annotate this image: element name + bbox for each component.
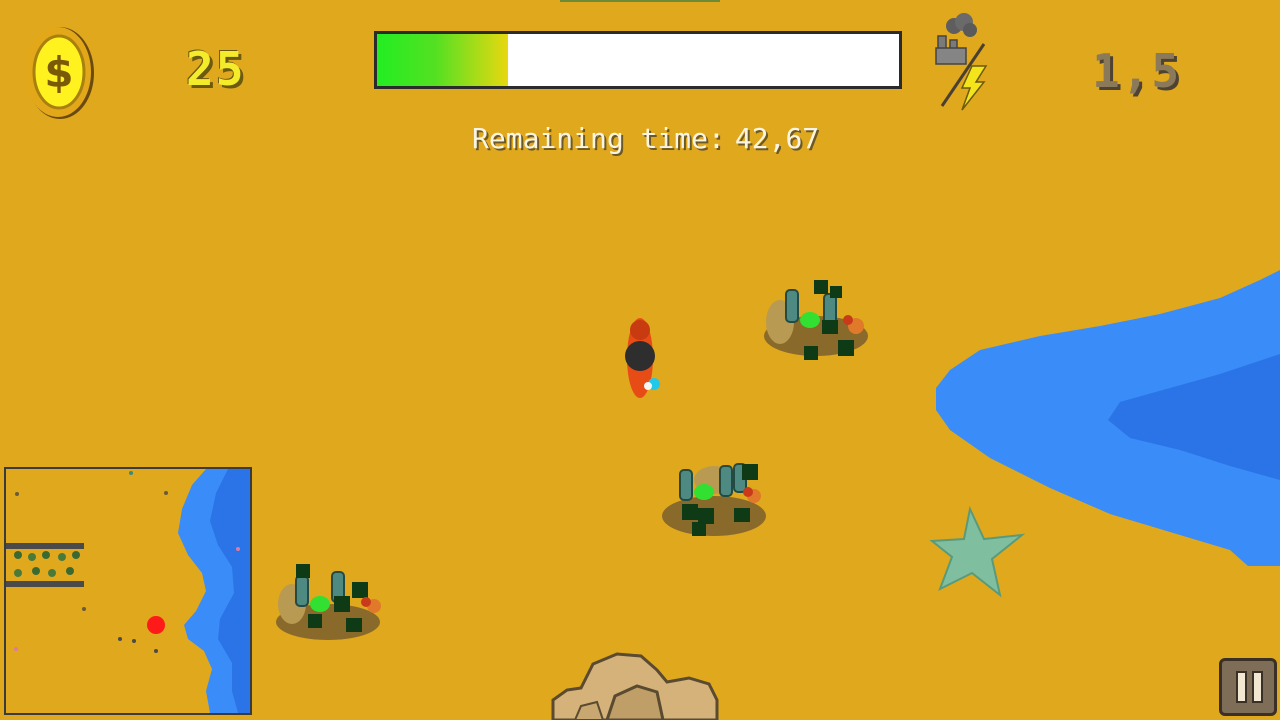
rock bbox=[545, 648, 725, 720]
remaining-time-label: Remaining time: bbox=[472, 122, 725, 155]
coin-count: 25 bbox=[186, 42, 246, 96]
svg-text:$: $ bbox=[44, 48, 73, 97]
starfish bbox=[928, 505, 1028, 601]
pause-icon-left-bar bbox=[1236, 671, 1247, 703]
pause-button[interactable] bbox=[1219, 658, 1277, 716]
trash-pile[interactable] bbox=[272, 562, 384, 644]
remaining-time-value: 42,67 bbox=[734, 122, 820, 155]
top-edge-marker bbox=[560, 0, 720, 2]
coin-icon: $ bbox=[22, 25, 96, 121]
player-character bbox=[618, 316, 668, 402]
time-progress-fill bbox=[377, 34, 508, 86]
remaining-time: Remaining time: 42,67 bbox=[472, 122, 819, 155]
trash-pile[interactable] bbox=[658, 460, 770, 542]
pause-icon-right-bar bbox=[1252, 671, 1263, 703]
time-progress-bar bbox=[374, 31, 902, 89]
game-screen[interactable]: $ 25 Remaining time: 42,67 1,5 bbox=[0, 0, 1280, 720]
minimap[interactable] bbox=[4, 467, 252, 715]
trash-pile[interactable] bbox=[760, 280, 872, 362]
factory-smoke-lightning-icon bbox=[932, 10, 994, 118]
pollution-multiplier: 1,5 bbox=[1092, 44, 1182, 98]
